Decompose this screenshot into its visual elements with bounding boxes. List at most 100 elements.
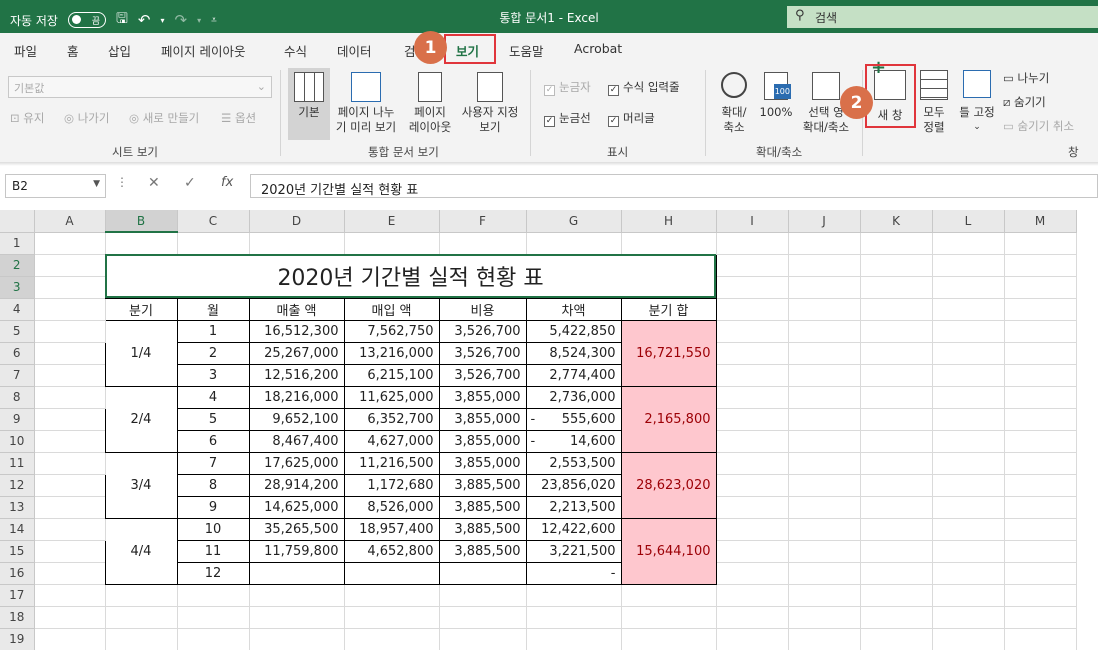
sales-cell[interactable]: 12,516,200 — [248, 363, 345, 387]
cell[interactable] — [34, 562, 106, 585]
cell[interactable] — [621, 628, 717, 650]
month-cell[interactable]: 7 — [176, 451, 250, 475]
cell[interactable] — [716, 496, 789, 519]
column-header[interactable]: B — [105, 210, 178, 233]
cell[interactable] — [249, 584, 345, 607]
cell[interactable] — [1004, 254, 1077, 277]
cell[interactable] — [788, 386, 861, 409]
cell[interactable] — [788, 474, 861, 497]
cell[interactable] — [716, 540, 789, 563]
quarter-cell[interactable]: 3/4 — [104, 451, 178, 519]
difference-cell[interactable]: 23,856,020 — [525, 473, 622, 497]
hide-button[interactable]: ⧄ 숨기기 — [1003, 95, 1046, 110]
row-header[interactable]: 3 — [0, 276, 35, 299]
cost-cell[interactable] — [438, 561, 527, 585]
month-cell[interactable]: 6 — [176, 429, 250, 453]
cell[interactable] — [716, 452, 789, 475]
new-sheet-view-button[interactable]: ◎ 새로 만들기 — [129, 111, 199, 126]
cell[interactable] — [526, 584, 622, 607]
column-header[interactable]: A — [34, 210, 106, 233]
cell[interactable] — [860, 386, 933, 409]
cell[interactable] — [105, 628, 178, 650]
cell[interactable] — [860, 628, 933, 650]
tab-page-layout[interactable]: 페이지 레이아웃 — [161, 41, 245, 60]
cell[interactable] — [932, 518, 1005, 541]
cell[interactable] — [1004, 298, 1077, 321]
cell[interactable] — [716, 408, 789, 431]
cell[interactable] — [526, 606, 622, 629]
difference-cell[interactable]: 3,221,500 — [525, 539, 622, 563]
purchase-cell[interactable]: 7,562,750 — [343, 319, 440, 343]
table-header-cell[interactable]: 분기 합 — [620, 297, 717, 321]
cell[interactable] — [344, 606, 440, 629]
month-cell[interactable]: 11 — [176, 539, 250, 563]
zoom-100-button[interactable]: 100 100% — [758, 72, 794, 120]
unhide-button[interactable]: ▭ 숨기기 취소 — [1003, 119, 1074, 134]
purchase-cell[interactable]: 13,216,000 — [343, 341, 440, 365]
cell[interactable] — [932, 562, 1005, 585]
custom-views-button[interactable]: 사용자 지정 보기 — [456, 72, 524, 135]
month-cell[interactable]: 4 — [176, 385, 250, 409]
tab-file[interactable]: 파일 — [14, 41, 37, 60]
cost-cell[interactable]: 3,855,000 — [438, 407, 527, 431]
cell[interactable] — [788, 298, 861, 321]
cell[interactable] — [716, 254, 789, 277]
cell[interactable] — [788, 452, 861, 475]
cell[interactable] — [932, 276, 1005, 299]
sheet-view-options-button[interactable]: ☰ 옵션 — [221, 111, 256, 126]
column-header[interactable]: M — [1004, 210, 1077, 233]
cell[interactable] — [860, 232, 933, 255]
cell[interactable] — [177, 628, 250, 650]
difference-cell[interactable]: 2,553,500 — [525, 451, 622, 475]
cell[interactable] — [34, 298, 106, 321]
cell[interactable] — [788, 232, 861, 255]
cell[interactable] — [932, 232, 1005, 255]
cell[interactable] — [860, 518, 933, 541]
row-header[interactable]: 13 — [0, 496, 35, 519]
cell[interactable] — [34, 606, 106, 629]
cost-cell[interactable]: 3,855,000 — [438, 451, 527, 475]
cell[interactable] — [788, 364, 861, 387]
cell[interactable] — [932, 540, 1005, 563]
column-header[interactable]: C — [177, 210, 250, 233]
column-header[interactable]: G — [526, 210, 622, 233]
difference-cell[interactable]: 2,736,000 — [525, 385, 622, 409]
search-box[interactable]: ⚲ 검색 — [787, 6, 1098, 28]
cell[interactable] — [34, 584, 106, 607]
cell[interactable] — [788, 518, 861, 541]
month-cell[interactable]: 8 — [176, 473, 250, 497]
cell[interactable] — [716, 562, 789, 585]
cell[interactable] — [1004, 496, 1077, 519]
cell[interactable] — [105, 584, 178, 607]
cell[interactable] — [1004, 628, 1077, 650]
save-icon[interactable]: 🖫 — [116, 8, 128, 32]
sales-cell[interactable]: 8,467,400 — [248, 429, 345, 453]
purchase-cell[interactable]: 6,352,700 — [343, 407, 440, 431]
cell[interactable] — [932, 584, 1005, 607]
quarter-cell[interactable]: 1/4 — [104, 319, 178, 387]
cell[interactable] — [788, 342, 861, 365]
cell[interactable] — [344, 628, 440, 650]
headings-checkbox[interactable]: ✓ 머리글 — [608, 111, 655, 127]
cell[interactable] — [716, 430, 789, 453]
difference-cell[interactable]: - 555,600 — [525, 407, 622, 431]
cell[interactable] — [860, 342, 933, 365]
cell[interactable] — [860, 254, 933, 277]
cell[interactable] — [1004, 562, 1077, 585]
row-header[interactable]: 4 — [0, 298, 35, 321]
cell[interactable] — [1004, 518, 1077, 541]
cost-cell[interactable]: 3,855,000 — [438, 385, 527, 409]
cell[interactable] — [1004, 342, 1077, 365]
cell[interactable] — [1004, 320, 1077, 343]
cell[interactable] — [716, 342, 789, 365]
cell[interactable] — [34, 320, 106, 343]
cell[interactable] — [932, 342, 1005, 365]
purchase-cell[interactable]: 4,627,000 — [343, 429, 440, 453]
difference-cell[interactable]: 2,213,500 — [525, 495, 622, 519]
row-header[interactable]: 1 — [0, 232, 35, 255]
column-header[interactable]: K — [860, 210, 933, 233]
column-header[interactable]: J — [788, 210, 861, 233]
cell[interactable] — [439, 628, 527, 650]
quarter-cell[interactable]: 4/4 — [104, 517, 178, 585]
cell[interactable] — [34, 342, 106, 365]
